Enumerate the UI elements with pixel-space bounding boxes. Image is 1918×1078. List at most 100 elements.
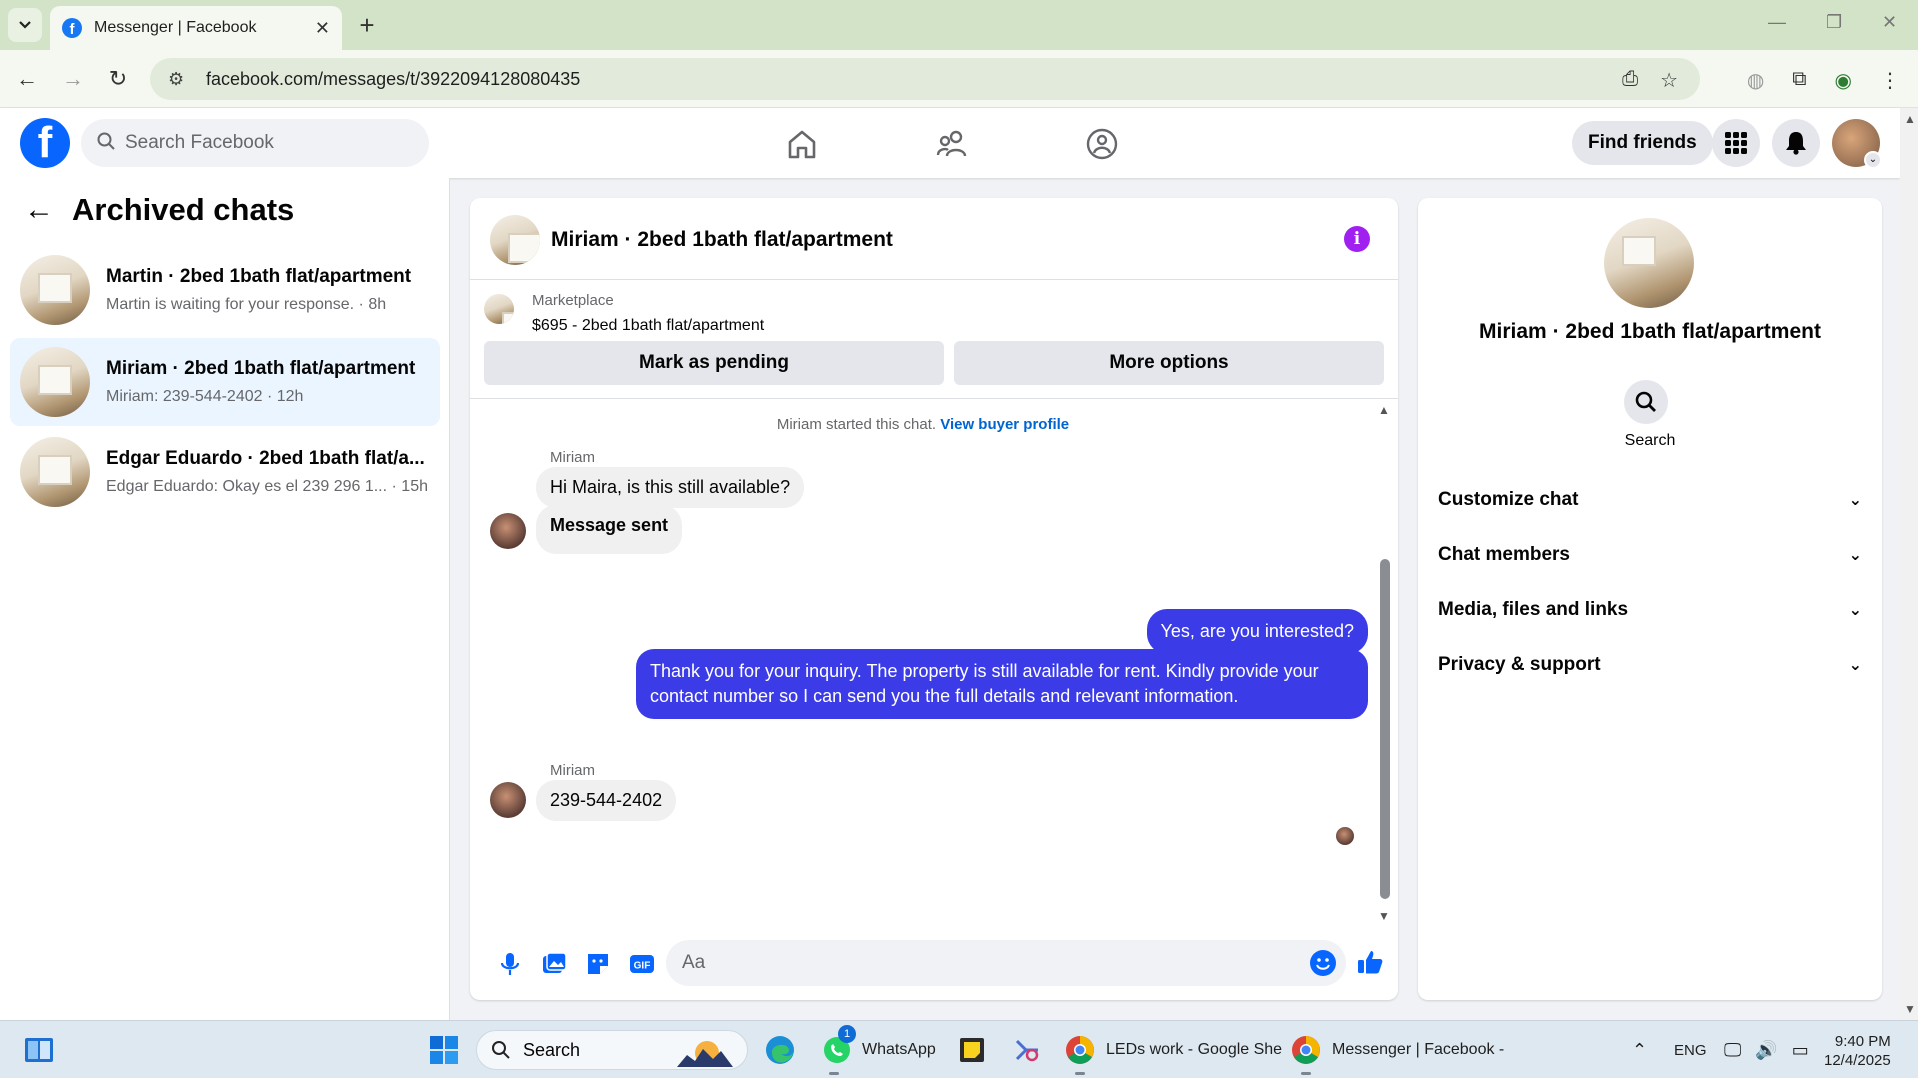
volume-icon[interactable]: 🔊 — [1755, 1040, 1777, 1061]
listing-thumbnail — [20, 437, 90, 507]
incoming-message[interactable]: Message sent — [536, 505, 683, 554]
conversation-avatar[interactable] — [490, 215, 540, 265]
incoming-message[interactable]: 239-544-2402 — [536, 780, 677, 821]
facebook-logo-icon[interactable]: f — [20, 118, 70, 168]
chrome-sheets-taskbar-item[interactable]: LEDs work - Google She — [1064, 1021, 1282, 1078]
search-in-conversation-button[interactable] — [1624, 380, 1668, 424]
info-icon[interactable]: i — [1344, 226, 1370, 252]
more-options-button[interactable]: More options — [954, 341, 1384, 385]
groups-icon[interactable] — [1084, 126, 1120, 162]
system-tray[interactable]: 🖵 🔊 ▭ — [1724, 1021, 1809, 1078]
section-label: Chat members — [1438, 544, 1570, 565]
chat-list-item[interactable]: Edgar Eduardo · 2bed 1bath flat/a... Edg… — [10, 428, 440, 516]
facebook-header: f Find friends ⌄ — [0, 108, 1900, 178]
language-indicator[interactable]: ENG — [1674, 1021, 1707, 1078]
incoming-message[interactable]: Hi Maira, is this still available? — [536, 467, 805, 508]
chat-members-section[interactable]: Chat members ⌄ — [1438, 535, 1862, 575]
message-input[interactable] — [682, 952, 1282, 974]
running-indicator — [829, 1072, 839, 1075]
media-files-links-section[interactable]: Media, files and links ⌄ — [1438, 590, 1862, 630]
thumbs-up-icon[interactable] — [1356, 948, 1384, 976]
message-scrollbar-thumb[interactable] — [1380, 559, 1390, 899]
marketplace-listing[interactable]: Marketplace $695 - 2bed 1bath flat/apart… — [484, 292, 764, 335]
bookmark-star-icon[interactable]: ☆ — [1660, 68, 1678, 93]
battery-icon[interactable]: ▭ — [1792, 1040, 1809, 1061]
messenger-window-label: Messenger | Facebook - — [1332, 1041, 1505, 1058]
scroll-down-icon[interactable]: ▼ — [1904, 1002, 1916, 1016]
message-input-box[interactable] — [666, 940, 1346, 986]
show-hidden-icons-chevron-icon[interactable]: ⌃ — [1632, 1021, 1647, 1078]
listing-thumbnail — [20, 347, 90, 417]
scroll-up-icon[interactable]: ▲ — [1904, 112, 1916, 126]
new-tab-button[interactable]: + — [352, 10, 382, 40]
microphone-icon[interactable] — [496, 950, 524, 978]
scroll-down-icon[interactable]: ▼ — [1378, 909, 1390, 923]
url-text[interactable]: facebook.com/messages/t/3922094128080435 — [206, 69, 580, 90]
snipping-tool-icon[interactable] — [1012, 1021, 1042, 1078]
site-settings-icon[interactable]: ⚙ — [168, 69, 192, 90]
address-bar[interactable]: ⚙ facebook.com/messages/t/39220941280804… — [150, 58, 1700, 100]
gif-icon[interactable]: GIF — [628, 950, 656, 978]
facebook-favicon-icon: f — [62, 18, 82, 38]
menu-grid-button[interactable] — [1712, 119, 1760, 167]
listing-thumbnail — [20, 255, 90, 325]
close-tab-icon[interactable]: ✕ — [315, 18, 330, 39]
outgoing-message[interactable]: Thank you for your inquiry. The property… — [636, 649, 1368, 719]
friends-icon[interactable] — [934, 126, 970, 162]
network-icon[interactable]: 🖵 — [1724, 1040, 1741, 1061]
sender-avatar[interactable] — [490, 782, 526, 818]
find-friends-button[interactable]: Find friends — [1572, 121, 1713, 165]
archived-chats-sidebar: ← Archived chats Martin · 2bed 1bath fla… — [0, 178, 450, 1020]
restore-window-icon[interactable]: ❐ — [1826, 12, 1842, 33]
page-scrollbar[interactable]: ▲ ▼ — [1900, 108, 1918, 1020]
reload-button[interactable]: ↻ — [103, 65, 133, 95]
clock[interactable]: 9:40 PM 12/4/2025 — [1824, 1032, 1891, 1070]
widgets-icon[interactable] — [24, 1021, 54, 1078]
back-button[interactable]: ← — [12, 65, 42, 95]
start-menu-icon[interactable] — [430, 1021, 458, 1078]
privacy-support-section[interactable]: Privacy & support ⌄ — [1438, 645, 1862, 685]
facebook-search-input[interactable] — [125, 132, 405, 154]
back-arrow-icon[interactable]: ← — [24, 193, 54, 227]
conversation-large-avatar[interactable] — [1604, 218, 1694, 308]
emoji-icon[interactable] — [1310, 950, 1336, 976]
sticker-icon[interactable] — [584, 950, 612, 978]
mark-as-pending-button[interactable]: Mark as pending — [484, 341, 944, 385]
forward-button[interactable]: → — [58, 65, 88, 95]
chat-list-item-active[interactable]: Miriam · 2bed 1bath flat/apartment Miria… — [10, 338, 440, 426]
globe-extension-icon[interactable]: ◍ — [1747, 68, 1764, 93]
chat-started-notice: Miriam started this chat. View buyer pro… — [470, 416, 1376, 433]
minimize-window-icon[interactable]: — — [1768, 12, 1786, 33]
sender-avatar[interactable] — [490, 513, 526, 549]
tab-search-dropdown[interactable] — [8, 8, 42, 42]
view-buyer-profile-link[interactable]: View buyer profile — [940, 416, 1069, 433]
windows-taskbar: Search 1 WhatsApp LEDs work - Google She… — [0, 1020, 1918, 1078]
home-icon[interactable] — [784, 126, 820, 162]
outgoing-message[interactable]: Yes, are you interested? — [1146, 609, 1368, 654]
conversation-title[interactable]: Miriam · 2bed 1bath flat/apartment — [551, 228, 893, 252]
sheets-window-label: LEDs work - Google She — [1106, 1041, 1283, 1058]
conversation-panel: Miriam · 2bed 1bath flat/apartment i Mar… — [470, 198, 1398, 1000]
browser-tab-messenger[interactable]: f Messenger | Facebook ✕ — [50, 6, 342, 50]
sticky-notes-icon[interactable] — [958, 1021, 986, 1078]
scroll-up-icon[interactable]: ▲ — [1378, 403, 1390, 417]
install-app-icon[interactable]: ⎙ — [1622, 68, 1638, 93]
close-window-icon[interactable]: ✕ — [1882, 12, 1897, 33]
facebook-search-box[interactable] — [81, 119, 429, 167]
customize-chat-section[interactable]: Customize chat ⌄ — [1438, 480, 1862, 520]
chrome-messenger-taskbar-item[interactable]: Messenger | Facebook - — [1290, 1021, 1504, 1078]
taskbar-search[interactable]: Search — [476, 1030, 748, 1070]
whatsapp-taskbar-item[interactable]: 1 WhatsApp — [820, 1021, 936, 1078]
extensions-puzzle-icon[interactable]: ⧉ — [1792, 68, 1806, 93]
photo-icon[interactable] — [540, 950, 568, 978]
chevron-down-icon[interactable]: ⌄ — [1864, 151, 1882, 169]
edge-browser-icon[interactable] — [764, 1021, 796, 1078]
browser-menu-icon[interactable]: ⋮ — [1880, 68, 1900, 93]
chat-started-text: Miriam started this chat. — [776, 416, 937, 433]
profile-icon[interactable]: ◉ — [1835, 68, 1852, 93]
chat-list-item[interactable]: Martin · 2bed 1bath flat/apartment Marti… — [10, 246, 440, 334]
message-composer: GIF — [470, 934, 1398, 994]
chat-name: Edgar Eduardo · 2bed 1bath flat/a... — [106, 448, 425, 469]
notifications-button[interactable] — [1772, 119, 1820, 167]
tab-title: Messenger | Facebook — [94, 19, 257, 36]
